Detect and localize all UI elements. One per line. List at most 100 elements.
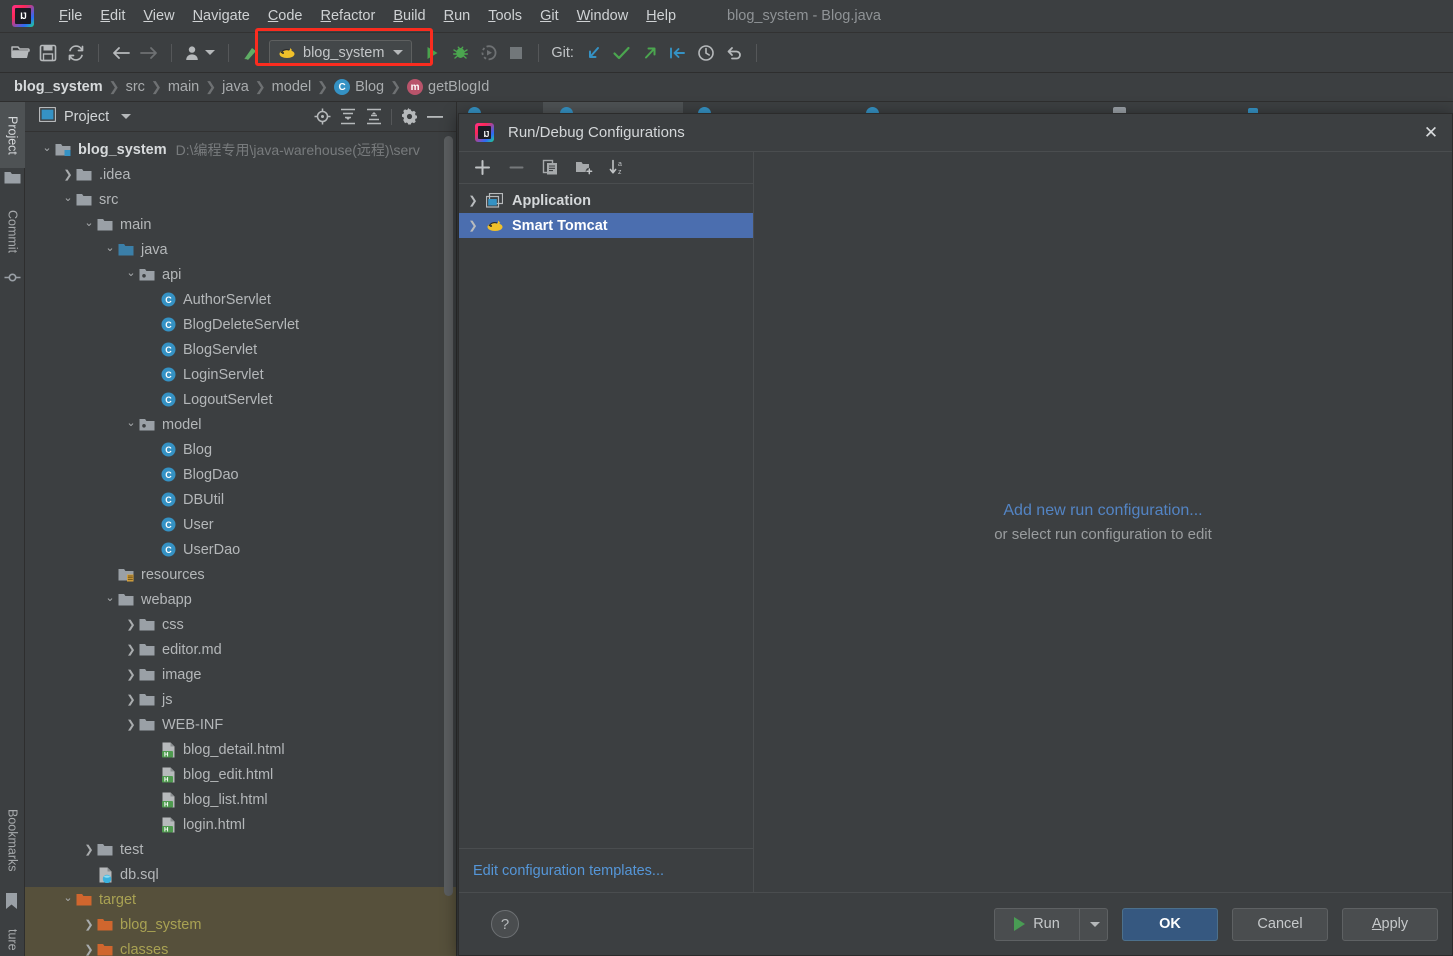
tree-item-dbutil[interactable]: C DBUtil: [25, 487, 456, 512]
expand-all-icon[interactable]: [335, 106, 361, 128]
locate-icon[interactable]: [309, 106, 335, 128]
menu-item-refactor[interactable]: Refactor: [312, 5, 385, 27]
project-panel-chevron-down-icon[interactable]: [121, 114, 132, 119]
tree-item--idea[interactable]: ❯ .idea: [25, 162, 456, 187]
tree-item-blog[interactable]: C Blog: [25, 437, 456, 462]
git-update-icon[interactable]: [580, 40, 608, 66]
back-arrow-icon[interactable]: [107, 40, 135, 66]
add-icon[interactable]: [467, 156, 497, 180]
help-button[interactable]: ?: [491, 910, 519, 938]
git-rebase-icon[interactable]: [664, 40, 692, 66]
chevron-right-icon[interactable]: ❯: [81, 942, 97, 956]
tree-item-src[interactable]: ⌄ src: [25, 187, 456, 212]
menu-item-help[interactable]: Help: [637, 5, 685, 27]
breadcrumb-item-4[interactable]: model: [269, 79, 315, 95]
tree-item-resources[interactable]: resources: [25, 562, 456, 587]
tree-item-userdao[interactable]: C UserDao: [25, 537, 456, 562]
menu-item-window[interactable]: Window: [568, 5, 638, 27]
menu-item-code[interactable]: Code: [259, 5, 312, 27]
remove-icon[interactable]: [501, 156, 531, 180]
gear-icon[interactable]: [396, 106, 422, 128]
breadcrumb-item-6[interactable]: m getBlogId: [404, 79, 492, 95]
chevron-right-icon[interactable]: ❯: [123, 717, 139, 733]
apply-button[interactable]: Apply: [1342, 907, 1438, 941]
run-with-coverage-icon[interactable]: [474, 40, 502, 66]
chevron-right-icon[interactable]: ❯: [60, 167, 76, 183]
debug-icon[interactable]: [446, 40, 474, 66]
tree-item-loginservlet[interactable]: C LoginServlet: [25, 362, 456, 387]
configuration-item-smart-tomcat[interactable]: ❯ Smart Tomcat: [459, 213, 753, 238]
tree-item-target[interactable]: ⌄ target: [25, 887, 456, 912]
tree-item-image[interactable]: ❯ image: [25, 662, 456, 687]
user-dropdown-icon[interactable]: [180, 40, 220, 66]
sync-icon[interactable]: [62, 40, 90, 66]
chevron-down-icon[interactable]: ⌄: [39, 142, 55, 158]
hide-panel-icon[interactable]: [422, 106, 448, 128]
chevron-down-icon[interactable]: ⌄: [60, 192, 76, 208]
git-commit-icon[interactable]: [608, 40, 636, 66]
menu-item-navigate[interactable]: Navigate: [184, 5, 259, 27]
tree-item-login-html[interactable]: Hlogin.html: [25, 812, 456, 837]
menu-item-view[interactable]: View: [134, 5, 183, 27]
sidebar-item-structure[interactable]: ture: [0, 920, 25, 956]
menu-item-file[interactable]: File: [50, 5, 91, 27]
breadcrumb-item-2[interactable]: main: [165, 79, 202, 95]
project-tree-scrollbar[interactable]: [444, 136, 453, 896]
chevron-right-icon[interactable]: ❯: [465, 218, 481, 234]
breadcrumb-item-1[interactable]: src: [123, 79, 148, 95]
sidebar-item-bookmarks[interactable]: Bookmarks: [0, 792, 25, 888]
tree-item-js[interactable]: ❯ js: [25, 687, 456, 712]
tree-item-css[interactable]: ❯ css: [25, 612, 456, 637]
chevron-right-icon[interactable]: ❯: [123, 692, 139, 708]
breadcrumb-item-0[interactable]: blog_system: [0, 79, 106, 95]
cancel-button[interactable]: Cancel: [1232, 907, 1328, 941]
new-folder-icon[interactable]: [569, 156, 599, 180]
sort-alphabetically-icon[interactable]: az: [603, 156, 633, 180]
save-all-icon[interactable]: [34, 40, 62, 66]
tree-item-authorservlet[interactable]: C AuthorServlet: [25, 287, 456, 312]
chevron-down-icon[interactable]: ⌄: [123, 267, 139, 283]
ok-button[interactable]: OK: [1122, 907, 1218, 941]
menu-item-run[interactable]: Run: [435, 5, 480, 27]
chevron-down-icon[interactable]: ⌄: [102, 242, 118, 258]
tree-item-java[interactable]: ⌄ java: [25, 237, 456, 262]
run-dropdown-button[interactable]: [1080, 907, 1108, 941]
menu-item-git[interactable]: Git: [531, 5, 568, 27]
tree-item-editor-md[interactable]: ❯ editor.md: [25, 637, 456, 662]
configuration-item-application[interactable]: ❯ Application: [459, 188, 753, 213]
menu-item-edit[interactable]: Edit: [91, 5, 134, 27]
tree-item-blog-edit-html[interactable]: Hblog_edit.html: [25, 762, 456, 787]
tree-item-blog-system[interactable]: ⌄ blog_system D:\编程专用\java-warehouse(远程)\s…: [25, 137, 456, 162]
tree-item-web-inf[interactable]: ❯ WEB-INF: [25, 712, 456, 737]
collapse-all-icon[interactable]: [361, 106, 387, 128]
chevron-down-icon[interactable]: ⌄: [81, 217, 97, 233]
chevron-down-icon[interactable]: ⌄: [60, 892, 76, 908]
tree-item-classes[interactable]: ❯ classes: [25, 937, 456, 956]
open-folder-icon[interactable]: [6, 40, 34, 66]
git-rollback-icon[interactable]: [720, 40, 748, 66]
breadcrumb-item-5[interactable]: C Blog: [331, 79, 387, 95]
add-new-run-configuration-link[interactable]: Add new run configuration...: [1003, 502, 1202, 520]
chevron-down-icon[interactable]: ⌄: [102, 592, 118, 608]
chevron-down-icon[interactable]: [393, 50, 404, 55]
chevron-right-icon[interactable]: ❯: [81, 917, 97, 933]
run-configuration-selector[interactable]: blog_system: [269, 40, 413, 65]
tree-item-main[interactable]: ⌄ main: [25, 212, 456, 237]
git-push-icon[interactable]: [636, 40, 664, 66]
sidebar-item-project[interactable]: Project: [0, 102, 25, 168]
inspect-code-icon[interactable]: [237, 40, 265, 66]
tree-item-model[interactable]: ⌄ model: [25, 412, 456, 437]
tree-item-api[interactable]: ⌄ api: [25, 262, 456, 287]
menu-item-tools[interactable]: Tools: [479, 5, 531, 27]
tree-item-blog-system[interactable]: ❯ blog_system: [25, 912, 456, 937]
chevron-right-icon[interactable]: ❯: [123, 642, 139, 658]
tree-item-user[interactable]: C User: [25, 512, 456, 537]
tree-item-webapp[interactable]: ⌄ webapp: [25, 587, 456, 612]
tree-item-logoutservlet[interactable]: C LogoutServlet: [25, 387, 456, 412]
tree-item-db-sql[interactable]: db.sql: [25, 862, 456, 887]
close-icon[interactable]: ✕: [1418, 120, 1444, 146]
edit-configuration-templates-link[interactable]: Edit configuration templates...: [473, 863, 664, 879]
run-button[interactable]: Run: [994, 907, 1080, 941]
forward-arrow-icon[interactable]: [135, 40, 163, 66]
chevron-right-icon[interactable]: ❯: [123, 667, 139, 683]
